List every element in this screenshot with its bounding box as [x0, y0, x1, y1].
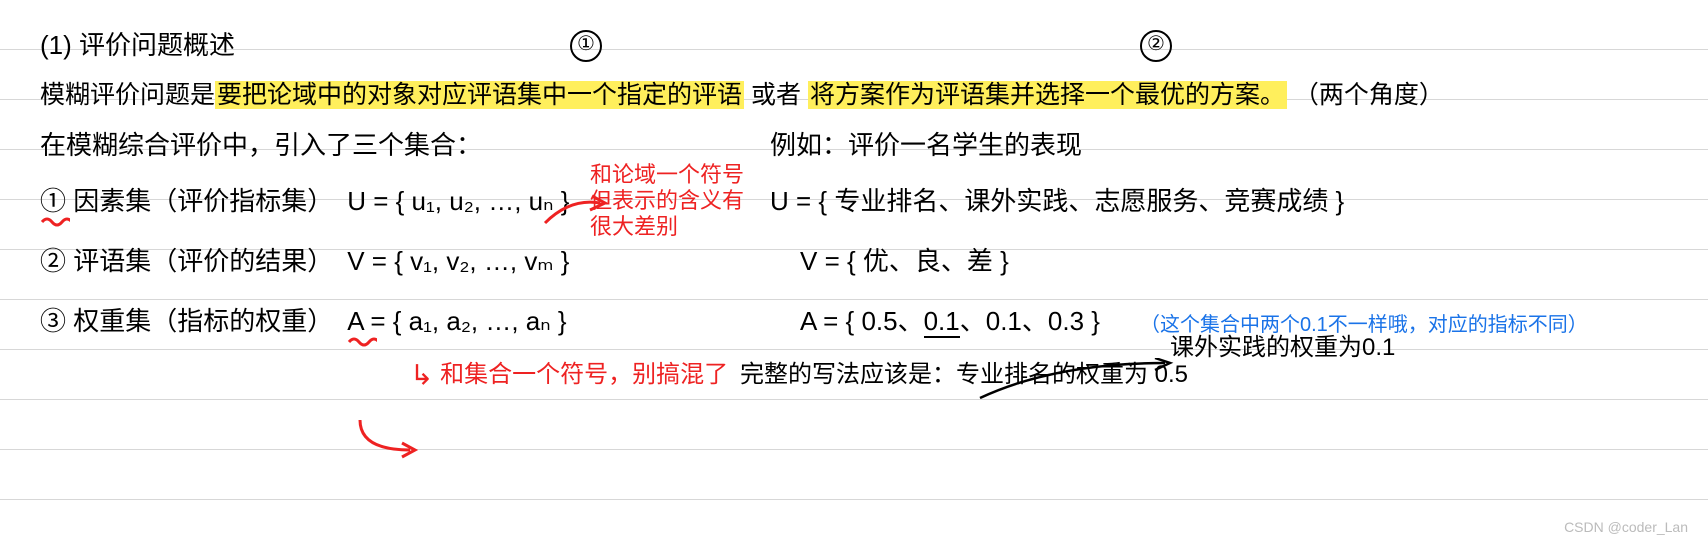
factor-formula: U = { u₁, u₂, …, uₙ } — [347, 186, 569, 216]
marker-one: ① — [570, 30, 602, 62]
handwritten-content: (1) 评价问题概述 ① ② 模糊评价问题是要把论域中的对象对应评语集中一个指定… — [40, 20, 1668, 400]
weight-ex-pre: A = { 0.5、 — [800, 306, 924, 336]
title-number: (1) — [40, 30, 72, 60]
factor-num: ① — [40, 186, 66, 216]
red-note-set-symbol: ↳ 和集合一个符号，别搞混了 — [410, 350, 728, 401]
title-row: (1) 评价问题概述 ① ② — [40, 20, 1668, 70]
weight-example: A = { 0.5、0.1、0.1、0.3 } — [800, 296, 1100, 346]
def-suffix: （两个角度） — [1294, 81, 1444, 109]
weight-set-row: ③ 权重集（指标的权重） A = { a₁, a₂, …, aₙ } A = {… — [40, 296, 1668, 346]
definition-row: 模糊评价问题是要把论域中的对象对应评语集中一个指定的评语 或者 将方案作为评语集… — [40, 70, 1668, 120]
comment-set-row: ② 评语集（评价的结果） V = { v₁, v₂, …, vₘ } V = {… — [40, 236, 1668, 286]
factor-set-row: ① 因素集（评价指标集） U = { u₁, u₂, …, uₙ } U = {… — [40, 176, 1668, 226]
weight-ex-underlined: 0.1 — [924, 306, 960, 338]
def-highlight-2: 将方案作为评语集并选择一个最优的方案。 — [808, 81, 1287, 109]
comment-example: V = { 优、良、差 } — [800, 236, 1009, 286]
intro-text: 在模糊综合评价中，引入了三个集合： — [40, 130, 482, 160]
marker-two: ② — [1140, 30, 1172, 62]
comment-formula: V = { v₁, v₂, …, vₘ } — [347, 236, 727, 286]
comment-label: 评语集（评价的结果） — [73, 246, 333, 276]
intro-row: 在模糊综合评价中，引入了三个集合： 例如：评价一名学生的表现 — [40, 120, 1668, 170]
arrow-icon — [975, 358, 1175, 408]
squiggle-icon — [347, 336, 377, 348]
def-prefix: 模糊评价问题是 — [40, 81, 215, 109]
arrow-icon — [540, 188, 610, 228]
arrow-icon — [350, 415, 450, 465]
weight-formula: A = { a₁, a₂, …, aₙ } — [347, 306, 566, 336]
comment-num: ② — [40, 246, 66, 276]
factor-example: U = { 专业排名、课外实践、志愿服务、竞赛成绩 } — [770, 176, 1344, 226]
watermark: CSDN @coder_Lan — [1564, 519, 1688, 535]
bottom-notes-row: ↳ 和集合一个符号，别搞混了 完整的写法应该是：专业排名的权重为 0.5 — [40, 350, 1668, 400]
def-highlight-1: 要把论域中的对象对应评语集中一个指定的评语 — [215, 81, 744, 109]
weight-label: 权重集（指标的权重） — [73, 306, 333, 336]
red-note-2-text: 和集合一个符号，别搞混了 — [440, 361, 728, 388]
weight-ex-post: 、0.1、0.3 } — [960, 306, 1100, 336]
arrow-icon: ↳ — [410, 360, 433, 391]
example-intro: 例如：评价一名学生的表现 — [770, 120, 1082, 170]
title-text: 评价问题概述 — [79, 30, 235, 60]
weight-num: ③ — [40, 306, 66, 336]
def-mid: 或者 — [744, 81, 808, 109]
factor-label: 因素集（评价指标集） — [73, 186, 333, 216]
squiggle-icon — [40, 216, 70, 228]
